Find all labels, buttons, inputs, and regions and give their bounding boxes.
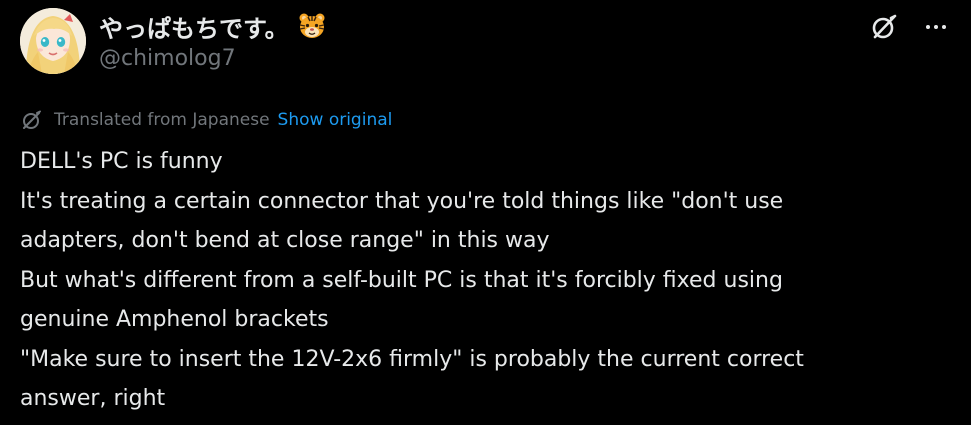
post-body-line: It's treating a certain connector that y… xyxy=(20,188,784,214)
display-name-row: やっぱもちです。 xyxy=(99,8,327,44)
display-name[interactable]: やっぱもちです。 xyxy=(99,9,289,44)
avatar[interactable] xyxy=(20,8,86,74)
post-body-line: "Make sure to insert the 12V-2x6 firmly"… xyxy=(20,346,804,372)
post-body-line: answer, right xyxy=(20,386,166,411)
post-actions-top xyxy=(867,10,953,44)
more-dots-icon[interactable] xyxy=(919,10,953,44)
post: やっぱもちです。 @chimolog7 Translated from Japa… xyxy=(0,0,971,425)
anime-girl-avatar-icon xyxy=(20,8,86,74)
post-body-line: genuine Amphenol brackets xyxy=(20,307,329,332)
post-body: DELL's PC is funny It's treating a certa… xyxy=(20,142,960,419)
user-info: やっぱもちです。 @chimolog7 xyxy=(99,8,327,71)
show-original-link[interactable]: Show original xyxy=(278,110,393,130)
post-body-line: DELL's PC is funny xyxy=(20,149,223,174)
grok-translate-icon xyxy=(20,108,44,132)
user-handle[interactable]: @chimolog7 xyxy=(99,46,327,71)
tiger-face-emoji-icon xyxy=(297,11,327,41)
translated-from-label: Translated from Japanese xyxy=(54,110,270,130)
post-body-line: adapters, don't bend at close range" in … xyxy=(20,228,550,253)
grok-icon[interactable] xyxy=(867,10,901,44)
post-body-line: But what's different from a self-built P… xyxy=(20,267,783,293)
translation-notice: Translated from Japanese Show original xyxy=(20,106,392,134)
